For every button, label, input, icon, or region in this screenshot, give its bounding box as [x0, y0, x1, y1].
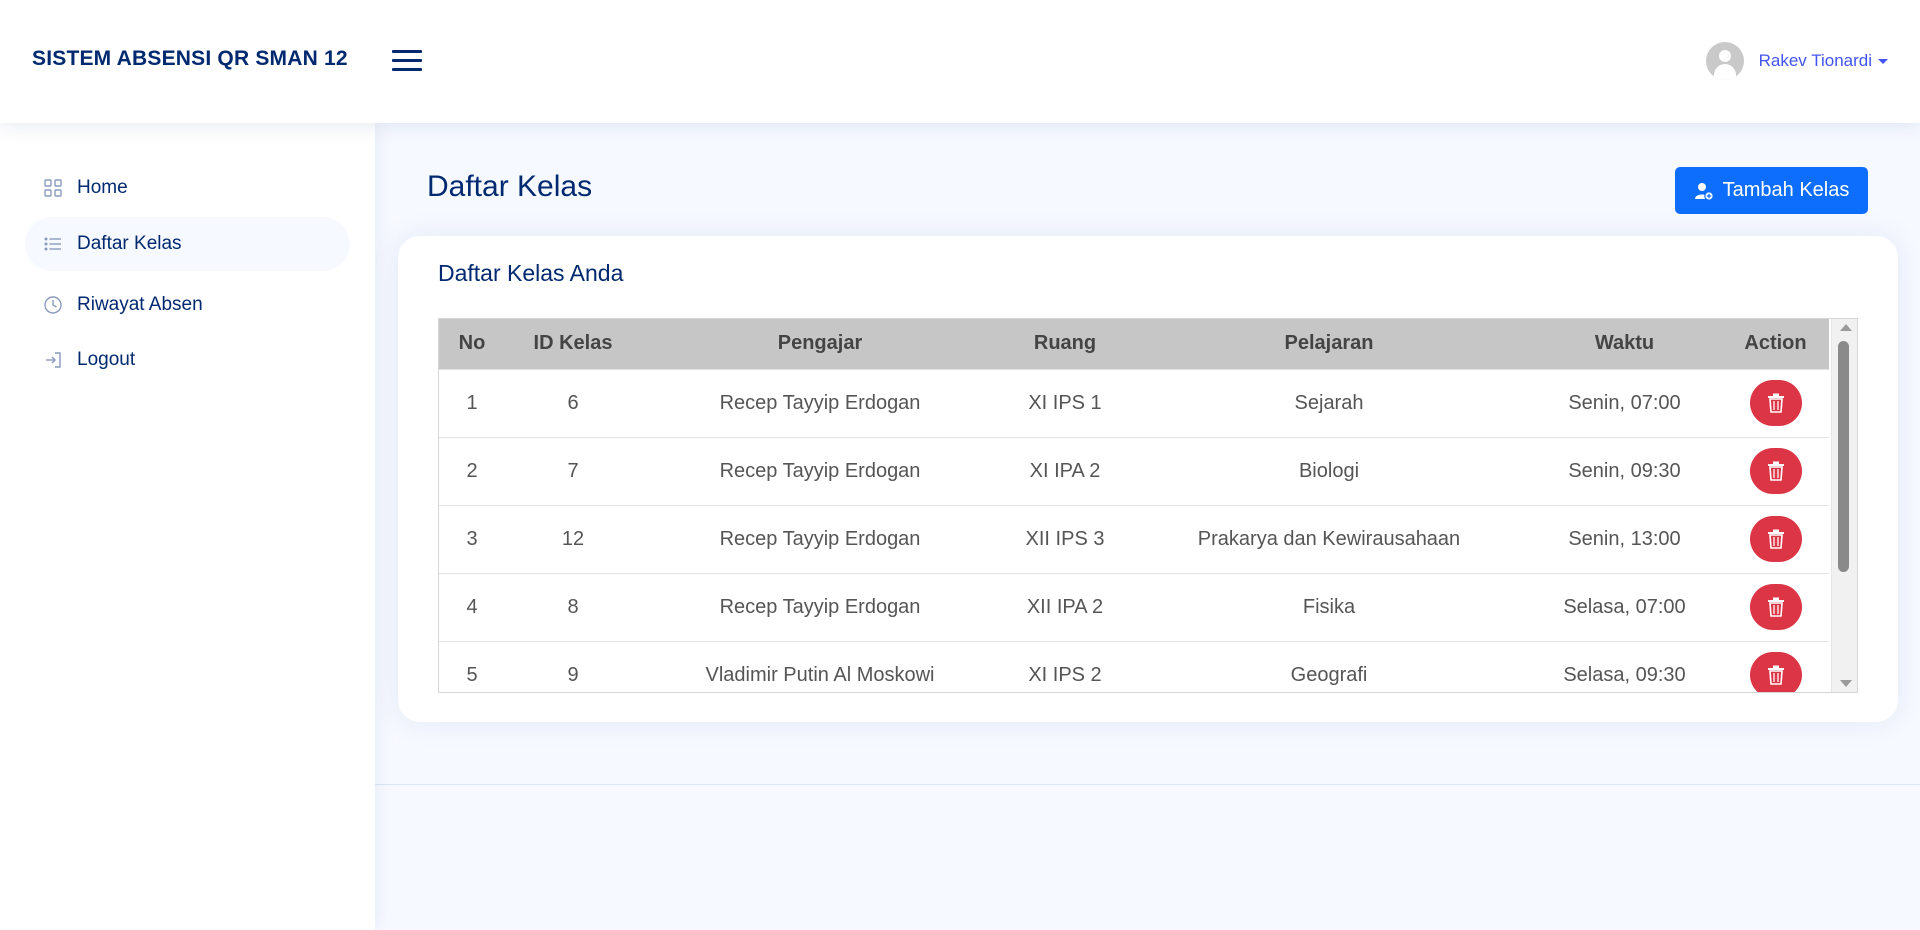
trash-icon [1767, 461, 1784, 481]
cell-pengajar: Vladimir Putin Al Moskowi [705, 663, 935, 686]
cell-pelajaran: Biologi [1298, 459, 1360, 482]
app-brand-title[interactable]: SISTEM ABSENSI QR SMAN 12 [32, 47, 348, 71]
card-title: Daftar Kelas Anda [438, 260, 624, 286]
sidebar-item-label: Daftar Kelas [77, 233, 182, 254]
cell-no: 3 [466, 527, 478, 550]
cell-ruang: XI IPA 2 [1029, 459, 1101, 482]
trash-icon [1767, 665, 1784, 686]
column-header-action: Action [1744, 332, 1807, 355]
table-row: 2 7 Recep Tayyip Erdogan XI IPA 2 Biolog… [439, 437, 1829, 505]
cell-no: 5 [466, 663, 478, 686]
delete-button[interactable] [1749, 516, 1802, 562]
column-header-id-kelas[interactable]: ID Kelas [505, 319, 641, 369]
cell-pelajaran: Prakarya dan Kewirausahaan [1197, 527, 1461, 550]
trash-icon [1767, 393, 1784, 413]
cell-ruang: XII IPS 3 [1025, 527, 1105, 550]
cell-waktu: Selasa, 07:00 [1563, 595, 1686, 618]
table-scroll-container[interactable]: No ID Kelas Pengajar Ruang Pelajaran Wak… [438, 318, 1858, 693]
cell-id-kelas: 8 [567, 595, 579, 618]
hamburger-menu-icon[interactable] [392, 47, 422, 73]
cell-no: 4 [466, 595, 478, 618]
caret-down-icon [1878, 58, 1888, 64]
cell-id-kelas: 6 [567, 391, 579, 414]
delete-button[interactable] [1749, 380, 1802, 426]
column-header-pelajaran[interactable]: Pelajaran [1131, 319, 1527, 369]
column-header-no[interactable]: No [439, 319, 505, 369]
table-scrollbar[interactable] [1831, 319, 1857, 692]
cell-id-kelas: 9 [567, 663, 579, 686]
cell-no: 1 [466, 391, 478, 414]
cell-action [1722, 369, 1829, 437]
sidebar-item-home[interactable]: Home [25, 161, 350, 215]
table-header-row: No ID Kelas Pengajar Ruang Pelajaran Wak… [439, 319, 1829, 369]
table-row: 5 9 Vladimir Putin Al Moskowi XI IPS 2 G… [439, 641, 1829, 692]
sidebar-item-logout[interactable]: Logout [25, 333, 350, 387]
table-row: 1 6 Recep Tayyip Erdogan XI IPS 1 Sejara… [439, 369, 1829, 437]
delete-button[interactable] [1749, 448, 1802, 494]
trash-icon [1767, 529, 1784, 549]
sidebar-item-riwayat-absen[interactable]: Riwayat Absen [25, 278, 350, 332]
cell-pengajar: Recep Tayyip Erdogan [719, 595, 921, 618]
column-header-pengajar[interactable]: Pengajar [641, 319, 999, 369]
trash-icon [1767, 597, 1784, 617]
cell-id-kelas: 7 [567, 459, 579, 482]
cell-pelajaran: Sejarah [1294, 391, 1364, 414]
cell-waktu: Senin, 09:30 [1568, 459, 1681, 482]
sidebar: Home Daftar Kelas Riwayat Absen Logout [0, 123, 375, 930]
scroll-up-arrow-icon[interactable] [1840, 324, 1852, 331]
column-header-waktu[interactable]: Waktu [1527, 319, 1722, 369]
scrollbar-thumb[interactable] [1838, 341, 1849, 572]
list-icon [43, 234, 63, 254]
clock-icon [43, 295, 63, 315]
avatar [1705, 42, 1744, 80]
add-class-button[interactable]: Tambah Kelas [1675, 167, 1868, 214]
user-name: Rakev Tionardi [1758, 51, 1872, 70]
user-plus-icon [1694, 182, 1714, 201]
sidebar-item-label: Logout [77, 349, 136, 370]
cell-pelajaran: Geografi [1290, 663, 1368, 686]
cell-ruang: XI IPS 2 [1028, 663, 1102, 686]
delete-button[interactable] [1749, 652, 1802, 692]
cell-pengajar: Recep Tayyip Erdogan [719, 527, 921, 550]
column-header-ruang[interactable]: Ruang [999, 319, 1131, 369]
table-row: 3 12 Recep Tayyip Erdogan XII IPS 3 Prak… [439, 505, 1829, 573]
cell-pelajaran: Fisika [1302, 595, 1356, 618]
scroll-down-arrow-icon[interactable] [1840, 680, 1852, 687]
table-row: 4 8 Recep Tayyip Erdogan XII IPA 2 Fisik… [439, 573, 1829, 641]
sidebar-item-label: Riwayat Absen [77, 294, 203, 315]
cell-ruang: XI IPS 1 [1028, 391, 1102, 414]
cell-action [1722, 573, 1829, 641]
sidebar-item-daftar-kelas[interactable]: Daftar Kelas [25, 217, 350, 271]
logout-icon [43, 350, 63, 370]
add-class-button-label: Tambah Kelas [1722, 179, 1850, 201]
cell-action [1722, 505, 1829, 573]
grid-icon [43, 178, 63, 198]
cell-action [1722, 641, 1829, 692]
top-header: SISTEM ABSENSI QR SMAN 12 Rakev Tionardi [0, 0, 1920, 123]
sidebar-item-label: Home [77, 177, 128, 198]
cell-pengajar: Recep Tayyip Erdogan [719, 391, 921, 414]
class-list-card: Daftar Kelas Anda No ID Kelas Pengajar R… [398, 236, 1898, 722]
footer-divider [375, 784, 1920, 785]
cell-id-kelas: 12 [561, 527, 585, 550]
cell-waktu: Selasa, 09:30 [1563, 663, 1686, 686]
class-table: No ID Kelas Pengajar Ruang Pelajaran Wak… [439, 319, 1829, 692]
delete-button[interactable] [1749, 584, 1802, 630]
cell-waktu: Senin, 13:00 [1568, 527, 1681, 550]
user-profile-dropdown[interactable]: Rakev Tionardi [1705, 42, 1888, 80]
cell-pengajar: Recep Tayyip Erdogan [719, 459, 921, 482]
cell-ruang: XII IPA 2 [1026, 595, 1104, 618]
cell-waktu: Senin, 07:00 [1568, 391, 1681, 414]
page-title: Daftar Kelas [427, 170, 593, 203]
cell-action [1722, 437, 1829, 505]
cell-no: 2 [466, 459, 478, 482]
